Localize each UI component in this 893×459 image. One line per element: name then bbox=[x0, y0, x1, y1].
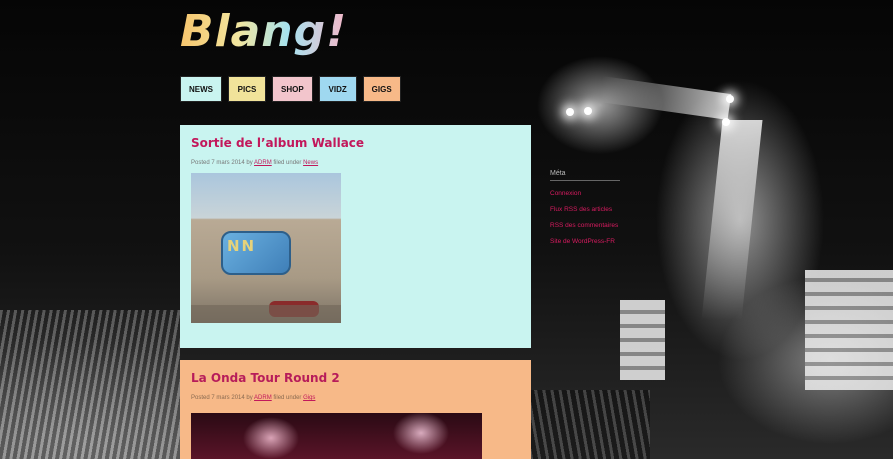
stage-light-beam bbox=[701, 120, 763, 320]
post-meta-filed: filed under bbox=[271, 395, 304, 401]
sidebar-link-login[interactable]: Connexion bbox=[550, 190, 640, 197]
post-category-link[interactable]: News bbox=[303, 160, 318, 166]
stage-light bbox=[722, 118, 730, 126]
post-author-link[interactable]: ADRM bbox=[254, 160, 272, 166]
stage-light bbox=[726, 95, 734, 103]
post-title[interactable]: Sortie de l’album Wallace bbox=[191, 136, 520, 150]
stage-led-panel bbox=[805, 270, 893, 390]
post-meta-date: Posted 7 mars 2014 by bbox=[191, 160, 255, 166]
sidebar-title: Méta bbox=[550, 170, 620, 181]
sidebar-meta-widget: Méta Connexion Flux RSS des articles RSS… bbox=[550, 170, 640, 245]
concert-crowd-image bbox=[0, 310, 180, 459]
nav-vidz-button[interactable]: VIDZ bbox=[318, 76, 357, 102]
main-nav: NEWS PICS SHOP VIDZ GIGS bbox=[180, 76, 401, 102]
stage-light bbox=[584, 107, 592, 115]
post-card: Sortie de l’album Wallace Posted 7 mars … bbox=[180, 125, 531, 348]
post-card: La Onda Tour Round 2 Posted 7 mars 2014 … bbox=[180, 360, 531, 459]
post-meta-date: Posted 7 mars 2014 by bbox=[191, 395, 255, 401]
concert-photo-image[interactable] bbox=[191, 413, 482, 459]
nav-shop-button[interactable]: SHOP bbox=[272, 76, 313, 102]
post-meta-filed: filed under bbox=[271, 160, 304, 166]
concert-crowd-image bbox=[530, 390, 650, 459]
site-logo[interactable]: Blang! bbox=[180, 6, 347, 57]
nav-gigs-button[interactable]: GIGS bbox=[362, 76, 401, 102]
album-cover-image[interactable]: NN bbox=[191, 173, 341, 323]
stage-led-panel bbox=[620, 300, 665, 380]
nav-pics-button[interactable]: PICS bbox=[228, 76, 266, 102]
post-author-link[interactable]: ADRM bbox=[254, 395, 272, 401]
sidebar-link-wordpress-fr[interactable]: Site de WordPress-FR bbox=[550, 238, 640, 245]
stage-light-beam bbox=[598, 76, 732, 120]
sidebar-link-rss-articles[interactable]: Flux RSS des articles bbox=[550, 206, 640, 213]
post-title[interactable]: La Onda Tour Round 2 bbox=[191, 371, 520, 385]
sidebar-link-rss-comments[interactable]: RSS des commentaires bbox=[550, 222, 640, 229]
stage-light bbox=[566, 108, 574, 116]
nav-news-button[interactable]: NEWS bbox=[180, 76, 222, 102]
post-meta: Posted 7 mars 2014 by ADRM filed under N… bbox=[191, 160, 520, 166]
post-category-link[interactable]: Gigs bbox=[303, 395, 315, 401]
post-meta: Posted 7 mars 2014 by ADRM filed under G… bbox=[191, 395, 520, 401]
